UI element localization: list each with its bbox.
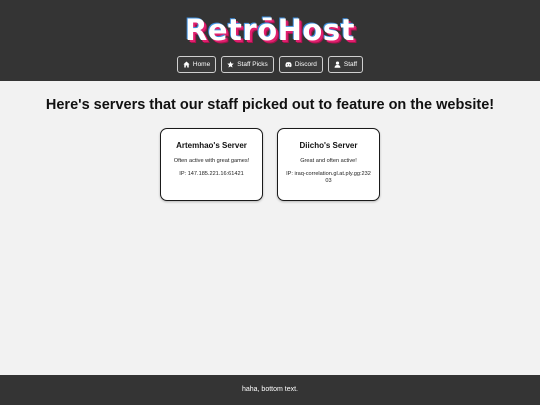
user-icon xyxy=(334,61,341,68)
server-name: Artemhao's Server xyxy=(176,141,247,150)
star-icon xyxy=(227,61,234,68)
nav-home-label: Home xyxy=(192,61,211,68)
home-icon xyxy=(183,61,190,68)
server-description: Great and often active! xyxy=(300,158,357,164)
nav-staff-label: Staff xyxy=(343,61,358,68)
server-description: Often active with great games! xyxy=(173,158,250,164)
server-card[interactable]: Artemhao's Server Often active with grea… xyxy=(160,128,263,201)
server-card[interactable]: Diicho's Server Great and often active! … xyxy=(277,128,380,201)
server-name: Diicho's Server xyxy=(299,141,358,150)
nav-staff-picks-button[interactable]: Staff Picks xyxy=(221,56,274,73)
server-ip: IP: iraq-correlation.gl.at.ply.gg:23203 xyxy=(286,171,371,184)
nav-home-button[interactable]: Home xyxy=(176,56,217,73)
site-logo[interactable]: RetrōHost xyxy=(0,13,540,47)
page: RetrōHost Home Staff Picks Discord Staff… xyxy=(0,0,540,405)
server-cards: Artemhao's Server Often active with grea… xyxy=(0,128,540,201)
server-ip: IP: 147.185.221.16:61421 xyxy=(179,171,244,177)
main-nav: Home Staff Picks Discord Staff xyxy=(0,56,540,73)
page-heading: Here's servers that our staff picked out… xyxy=(45,97,495,113)
footer-text: haha, bottom text. xyxy=(241,386,299,393)
nav-staff-picks-label: Staff Picks xyxy=(237,61,268,68)
discord-icon xyxy=(285,62,292,68)
nav-staff-button[interactable]: Staff xyxy=(327,56,364,73)
site-footer: haha, bottom text. xyxy=(0,375,540,405)
nav-discord-button[interactable]: Discord xyxy=(278,56,323,73)
nav-discord-label: Discord xyxy=(294,61,317,68)
site-header: RetrōHost Home Staff Picks Discord Staff xyxy=(0,0,540,81)
